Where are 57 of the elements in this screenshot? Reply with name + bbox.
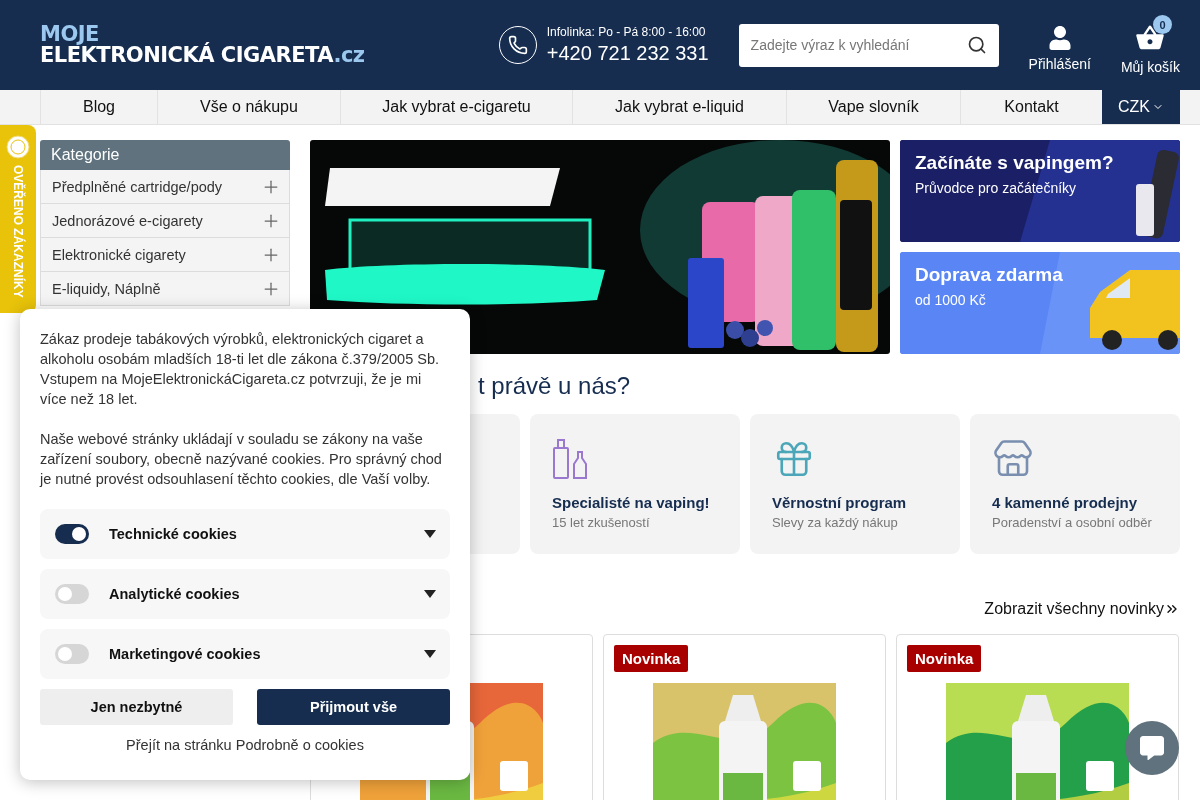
cookie-category-label: Analytické cookies — [109, 586, 241, 602]
category-item[interactable]: E-liquidy, Náplně — [40, 272, 290, 306]
feature-subtitle: 15 let zkušeností — [552, 515, 651, 530]
toggle-switch[interactable] — [55, 524, 89, 544]
phone-number[interactable]: +420 721 232 331 — [546, 42, 709, 65]
chat-icon — [1140, 736, 1164, 760]
seal-icon — [6, 135, 30, 159]
sidebar-title: Kategorie — [40, 140, 290, 170]
feature-subtitle: Poradenství a osobní odběr — [992, 515, 1153, 530]
cookie-category-label: Marketingové cookies — [109, 646, 262, 662]
nav-link[interactable]: Jak vybrat e-liquid — [572, 90, 786, 124]
category-item[interactable]: Elektronické cigarety — [40, 238, 290, 272]
product-card[interactable]: Novinka — [603, 634, 886, 800]
search-icon[interactable] — [966, 35, 987, 55]
cookie-category[interactable]: Marketingové cookies — [40, 629, 450, 679]
toggle-switch[interactable] — [55, 584, 89, 604]
cookie-category[interactable]: Analytické cookies — [40, 569, 450, 619]
nav-link[interactable]: Vape slovník — [786, 90, 960, 124]
cookie-category[interactable]: Technické cookies — [40, 509, 450, 559]
all-news-link[interactable]: Zobrazit všechny novinky — [984, 600, 1180, 618]
feature-title: Věrnostní program — [772, 494, 908, 511]
new-badge: Novinka — [614, 645, 689, 672]
category-item[interactable]: Předplněné cartridge/pody — [40, 170, 290, 204]
caret-icon — [424, 650, 436, 658]
caret-icon — [424, 530, 436, 538]
feature-title: 4 kamenné prodejny — [992, 494, 1139, 511]
toggle-switch[interactable] — [55, 644, 89, 664]
nav-link[interactable]: Jak vybrat e-cigaretu — [340, 90, 572, 124]
feature-title: Specialisté na vaping! — [552, 494, 711, 511]
necessary-only-button[interactable]: Jen nezbytné — [40, 689, 233, 725]
nav-link[interactable]: Vše o nákupu — [157, 90, 340, 124]
cookie-details-link[interactable]: Přejít na stránku Podrobně o cookies — [126, 737, 364, 753]
section-heading: t právě u nás? — [478, 372, 631, 399]
caret-icon — [424, 590, 436, 598]
hotline-hours: Infolinka: Po - Pá 8:00 - 16:00 — [546, 25, 707, 39]
site-logo[interactable]: MOJE ELEKTRONICKÁ CIGARETA.cz — [40, 24, 365, 66]
cart-button[interactable]: Můj košík 0 — [1120, 15, 1180, 75]
category-item[interactable]: Jednorázové e-cigarety — [40, 204, 290, 238]
promo-title: Doprava zdarma — [915, 264, 1063, 286]
promo-subtitle: od 1000 Kč — [915, 292, 987, 308]
promo-subtitle: Průvodce pro začátečníky — [915, 180, 1078, 196]
login-button[interactable]: Přihlášení — [1028, 18, 1091, 72]
consent-text: Zákaz prodeje tabákových výrobků, elektronických cigaret a alkoholu osobám mladších 18-ti let dle zákona č.379/2005 Sb. Vstupem na MojeElektronickáCigareta.cz potvrzuji, že je mi více než 18 let. — [40, 330, 440, 409]
accept-all-button[interactable]: Přijmout vše — [257, 689, 450, 725]
new-badge: Novinka — [907, 645, 982, 672]
chat-button[interactable] — [1125, 721, 1179, 775]
promo-title: Začínáte s vapingem? — [915, 152, 1114, 174]
user-icon — [1047, 26, 1072, 50]
nav-link[interactable]: Blog — [40, 90, 157, 124]
currency-dropdown[interactable]: CZK — [1102, 90, 1180, 124]
product-card[interactable]: Novinka — [896, 634, 1179, 800]
feature-subtitle: Slevy za každý nákup — [772, 515, 899, 530]
promo-banner[interactable]: Začínáte s vapingem? Průvodce pro začátečníky — [900, 140, 1180, 242]
search-field[interactable]: Zadejte výraz k vyhledání — [738, 23, 999, 67]
cookie-category-label: Technické cookies — [109, 526, 238, 542]
cart-count: 0 — [1153, 15, 1172, 34]
consent-text: Naše webové stránky ukládají v souladu se zákony na vaše zařízení soubory, obecně nazývané cookies. Pro správný chod je nutné provést odsouhlasení těchto cookies, dle Vaší volby. — [40, 430, 443, 489]
